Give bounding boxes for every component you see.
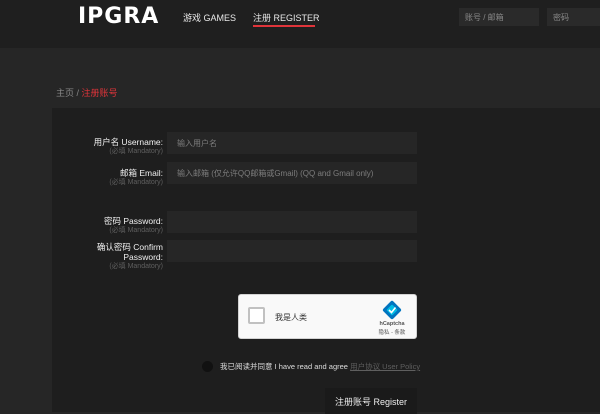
username-label-group: 用户名 Username: (必填 Mandatory) (33, 137, 163, 156)
confirm-password-label-line1: 确认密码 Confirm (96, 242, 163, 252)
password-mandatory-note: (必填 Mandatory) (109, 227, 163, 234)
site-logo[interactable]: IPGRA (78, 4, 159, 29)
confirm-password-label-line2: Password: (123, 252, 163, 262)
captcha-brand: hCaptcha (379, 321, 405, 327)
login-username-input[interactable] (459, 8, 539, 26)
email-label-group: 邮箱 Email: (必填 Mandatory) (33, 168, 163, 187)
nav-item-register[interactable]: 注册 REGISTER (253, 11, 320, 24)
captcha-label: 我是人类 (275, 313, 307, 322)
email-mandatory-note: (必填 Mandatory) (109, 179, 163, 186)
breadcrumb: 主页 / 注册账号 (56, 86, 118, 99)
breadcrumb-current: 注册账号 (81, 88, 118, 98)
agreement-text: 我已阅读并同意 I have read and agree (220, 362, 348, 371)
username-mandatory-note: (必填 Mandatory) (109, 148, 163, 155)
captcha-privacy-terms-links[interactable]: 隐私 - 条款 (372, 328, 412, 336)
confirm-password-mandatory-note: (必填 Mandatory) (109, 263, 163, 270)
user-policy-link[interactable]: 用户协议 User Policy (350, 362, 420, 371)
confirm-password-label-group: 确认密码 Confirm Password: (必填 Mandatory) (33, 242, 163, 271)
password-label: 密码 Password: (103, 216, 163, 226)
login-password-input[interactable] (547, 8, 600, 26)
hcaptcha-widget: 我是人类 hCaptcha 隐私 - 条款 (238, 294, 417, 339)
username-input[interactable] (167, 132, 417, 154)
password-input[interactable] (167, 211, 417, 233)
username-label: 用户名 Username: (93, 137, 163, 147)
breadcrumb-home-link[interactable]: 主页 (56, 88, 74, 98)
captcha-checkbox[interactable] (248, 307, 265, 324)
email-label: 邮箱 Email: (120, 168, 163, 178)
register-submit-button[interactable]: 注册账号 Register (325, 388, 417, 414)
top-navigation-bar: IPGRA 游戏 GAMES 注册 REGISTER (0, 0, 600, 48)
email-input[interactable] (167, 162, 417, 184)
confirm-password-input[interactable] (167, 240, 417, 262)
hcaptcha-logo-icon (382, 300, 402, 320)
active-nav-indicator (253, 25, 315, 27)
nav-item-games[interactable]: 游戏 GAMES (183, 11, 236, 24)
agreement-label: 我已阅读并同意 I have read and agree 用户协议 User … (220, 361, 420, 372)
agree-policy-checkbox[interactable] (202, 361, 213, 372)
password-label-group: 密码 Password: (必填 Mandatory) (33, 216, 163, 235)
breadcrumb-separator: / (74, 88, 82, 98)
